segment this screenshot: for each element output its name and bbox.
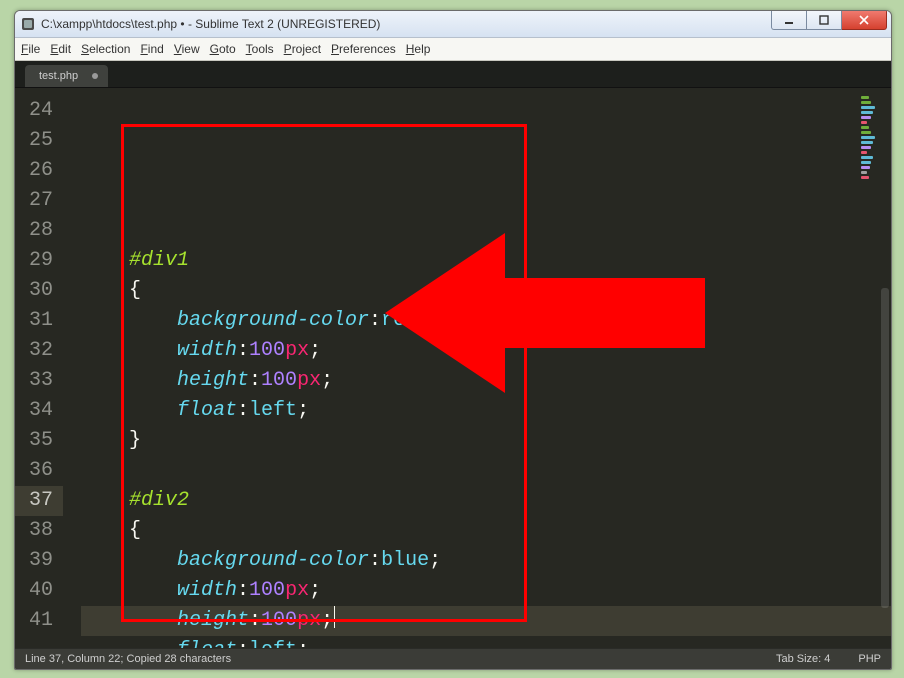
editor[interactable]: 242526272829303132333435363738394041 #di… — [15, 88, 891, 648]
code-line[interactable]: height:100px; — [81, 366, 891, 396]
line-number: 25 — [15, 126, 63, 156]
minimap-row — [861, 151, 867, 154]
code-line[interactable]: #div2 — [81, 486, 891, 516]
menu-item-file[interactable]: File — [21, 42, 40, 56]
code-line[interactable]: background-color:red; — [81, 306, 891, 336]
line-number: 31 — [15, 306, 63, 336]
code-line[interactable]: #div1 — [81, 246, 891, 276]
minimap-row — [861, 111, 873, 114]
minimap-row — [861, 106, 875, 109]
line-number: 34 — [15, 396, 63, 426]
code-line[interactable] — [81, 456, 891, 486]
minimap-row — [861, 166, 870, 169]
minimap-row — [861, 176, 869, 179]
minimize-button[interactable] — [771, 11, 807, 30]
line-gutter: 242526272829303132333435363738394041 — [15, 88, 63, 648]
window-controls — [771, 11, 891, 37]
minimap-row — [861, 121, 867, 124]
code-line[interactable]: width:100px; — [81, 336, 891, 366]
minimap-row — [861, 96, 869, 99]
menu-item-find[interactable]: Find — [140, 42, 163, 56]
menubar: File Edit Selection Find View Goto Tools Projec… — [15, 38, 891, 61]
tabstrip: test.php — [15, 61, 891, 88]
statusbar: Line 37, Column 22; Copied 28 characters… — [15, 648, 891, 669]
minimap-row — [861, 131, 871, 134]
minimap[interactable] — [861, 96, 881, 181]
menu-item-selection[interactable]: Selection — [81, 42, 130, 56]
status-left: Line 37, Column 22; Copied 28 characters — [25, 653, 231, 665]
titlebar[interactable]: C:\xampp\htdocs\test.php • - Sublime Tex… — [15, 11, 891, 38]
menu-item-preferences[interactable]: Preferences — [331, 42, 396, 56]
line-number: 37 — [15, 486, 63, 516]
line-number: 30 — [15, 276, 63, 306]
close-button[interactable] — [842, 11, 887, 30]
line-number: 39 — [15, 546, 63, 576]
menu-item-view[interactable]: View — [174, 42, 200, 56]
status-lang[interactable]: PHP — [858, 653, 881, 665]
app-window: C:\xampp\htdocs\test.php • - Sublime Tex… — [14, 10, 892, 670]
code-line[interactable]: background-color:blue; — [81, 546, 891, 576]
code-line[interactable]: float:left; — [81, 396, 891, 426]
line-number: 41 — [15, 606, 63, 636]
code-area[interactable]: #div1 { background-color:red; width:100p… — [63, 88, 891, 648]
line-number: 27 — [15, 186, 63, 216]
scrollbar-thumb[interactable] — [881, 288, 889, 608]
line-number: 26 — [15, 156, 63, 186]
line-number: 28 — [15, 216, 63, 246]
line-number: 29 — [15, 246, 63, 276]
window-title: C:\xampp\htdocs\test.php • - Sublime Tex… — [41, 17, 771, 31]
line-number: 38 — [15, 516, 63, 546]
menu-item-project[interactable]: Project — [284, 42, 321, 56]
line-number: 40 — [15, 576, 63, 606]
code-line[interactable]: float:left; — [81, 636, 891, 648]
code-line[interactable]: height:100px; — [81, 606, 891, 636]
minimap-row — [861, 126, 869, 129]
minimap-row — [861, 136, 875, 139]
line-number: 33 — [15, 366, 63, 396]
app-icon — [21, 17, 35, 31]
tab-dirty-indicator — [92, 73, 98, 79]
line-number: 32 — [15, 336, 63, 366]
menu-item-goto[interactable]: Goto — [210, 42, 236, 56]
text-cursor — [334, 606, 335, 628]
minimap-row — [861, 161, 871, 164]
code-line[interactable]: { — [81, 516, 891, 546]
minimap-row — [861, 116, 871, 119]
line-number: 36 — [15, 456, 63, 486]
menu-item-tools[interactable]: Tools — [246, 42, 274, 56]
status-tab-size[interactable]: Tab Size: 4 — [776, 653, 830, 665]
line-number: 24 — [15, 96, 63, 126]
minimap-row — [861, 171, 867, 174]
code-line[interactable]: width:100px; — [81, 576, 891, 606]
menu-item-edit[interactable]: Edit — [50, 42, 71, 56]
code-line[interactable]: { — [81, 276, 891, 306]
tab-test-php[interactable]: test.php — [25, 65, 108, 87]
minimap-row — [861, 156, 873, 159]
maximize-button[interactable] — [807, 11, 842, 30]
code-line[interactable]: } — [81, 426, 891, 456]
minimap-row — [861, 146, 871, 149]
menu-item-help[interactable]: Help — [406, 42, 431, 56]
code-line[interactable] — [81, 216, 891, 246]
line-number: 35 — [15, 426, 63, 456]
minimap-row — [861, 101, 871, 104]
minimap-row — [861, 141, 873, 144]
vertical-scrollbar[interactable] — [881, 98, 889, 624]
